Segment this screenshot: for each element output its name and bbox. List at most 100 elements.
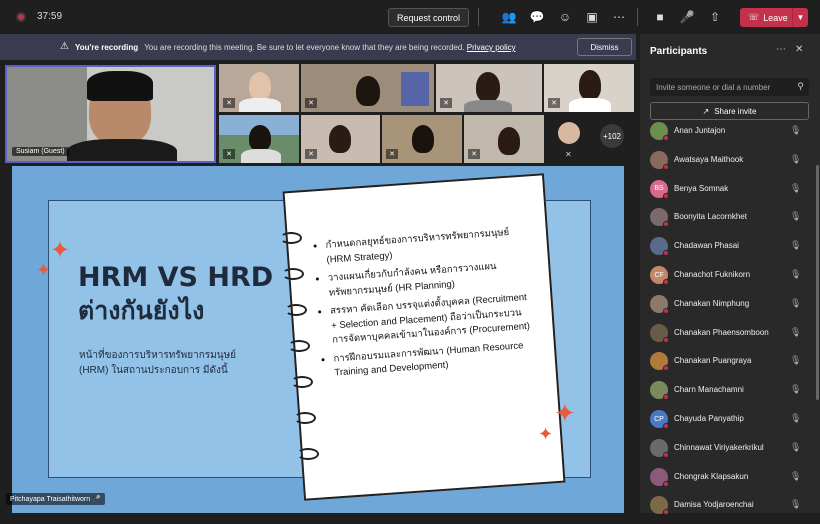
avatar: CP	[650, 410, 669, 429]
status-dot	[663, 451, 669, 458]
slide-title: HRM VS HRD	[78, 262, 274, 293]
participant-row[interactable]: Charn Manachamni 🎙	[640, 381, 812, 409]
status-dot	[663, 221, 669, 228]
avatar: CF	[650, 266, 669, 285]
people-icon[interactable]: 👥	[501, 9, 517, 25]
participant-row[interactable]: Boonyita Lacornkhet 🎙	[640, 208, 812, 236]
status-dot	[663, 192, 669, 199]
mic-off-icon: ✕	[305, 98, 317, 108]
video-tile[interactable]: ✕	[544, 64, 634, 112]
speaker-shoulders	[67, 139, 177, 161]
participant-row[interactable]: Chinnawat Viriyakerkrikul 🎙	[640, 438, 812, 467]
video-tile[interactable]: ✕	[219, 115, 299, 163]
participant-name: Awatsaya Maithook	[674, 154, 744, 164]
chevron-down-icon[interactable]: ▼	[792, 8, 808, 27]
more-participants-badge[interactable]: +102	[600, 124, 624, 148]
background-object	[401, 72, 429, 106]
meeting-toolbar: 37:59 Request control 👥 💬 ☺ ▣ ⋯ ■ 🎤 ⇧ ☏ …	[0, 0, 820, 34]
status-dot	[663, 509, 669, 516]
leave-button[interactable]: ☏ Leave ▼	[740, 8, 808, 27]
video-tile[interactable]: ✕	[301, 115, 380, 163]
participant-row[interactable]: Chongrak Klapsakun 🎙	[640, 467, 812, 496]
dismiss-button[interactable]: Dismiss	[577, 38, 632, 56]
recording-title: You're recording	[75, 43, 139, 52]
avatar	[650, 352, 669, 372]
presenter-name-label: Pitchayapa Traisathitworn 🎤	[6, 493, 105, 505]
avatar	[650, 496, 669, 516]
participant-face	[498, 127, 520, 155]
participant-face	[356, 76, 380, 106]
mic-off-icon: 🎙	[790, 240, 802, 251]
scrollbar[interactable]	[816, 165, 819, 400]
participant-row[interactable]: BS Benya Somnak 🎙	[640, 179, 812, 208]
camera-icon[interactable]: ■	[652, 9, 668, 25]
avatar: BS	[650, 179, 669, 199]
search-icon[interactable]: ⚲	[797, 81, 804, 92]
mic-off-icon: ✕	[440, 98, 452, 108]
participant-body	[569, 98, 611, 112]
participant-row[interactable]: Chadawan Phasai 🎙	[640, 237, 812, 265]
active-speaker-tile[interactable]: Susiam (Guest)	[5, 65, 216, 163]
more-options-icon[interactable]: ⋯	[776, 44, 786, 55]
mic-off-icon: 🎙	[790, 211, 802, 222]
status-dot	[663, 336, 669, 343]
mic-off-icon: 🎙	[790, 413, 802, 423]
participant-name: Chanachot Fuknikorn	[674, 270, 751, 279]
toolbar-divider	[637, 8, 638, 26]
participant-avatar[interactable]	[558, 122, 580, 144]
recording-message: You're recording You are recording this …	[75, 43, 516, 52]
share-invite-button[interactable]: ↗ Share invite	[650, 102, 809, 120]
participant-body	[241, 149, 281, 163]
avatar	[650, 237, 669, 257]
participant-row[interactable]: Chanakan Phaensomboon 🎙	[640, 323, 812, 352]
participant-row[interactable]: Awatsaya Maithook 🎙	[640, 150, 812, 179]
chat-icon[interactable]: 💬	[529, 9, 545, 25]
mic-off-icon: ✕	[548, 98, 560, 108]
reactions-icon[interactable]: ☺	[557, 9, 573, 25]
more-options-icon[interactable]: ⋯	[611, 9, 627, 25]
status-dot	[663, 480, 669, 487]
avatar	[650, 323, 669, 343]
avatar	[650, 438, 669, 458]
mic-off-icon: ✕	[386, 149, 398, 159]
participant-row[interactable]: Damisa Yodjaroenchai 🎙	[640, 496, 812, 524]
mic-off-icon: 🎙	[790, 355, 802, 366]
participant-name: Boonyita Lacornkhet	[674, 212, 747, 222]
recording-indicator-icon	[16, 12, 26, 22]
meeting-timer: 37:59	[37, 11, 63, 22]
participants-panel: Participants ⋯ ✕ Invite someone or dial …	[640, 34, 820, 516]
status-dot	[663, 394, 669, 401]
mic-off-icon[interactable]: 🎤	[679, 9, 695, 25]
participant-name: Charn Manachamni	[674, 385, 744, 395]
mic-off-icon: 🎙	[790, 297, 802, 308]
avatar	[650, 150, 669, 170]
participant-row[interactable]: CP Chayuda Panyathip 🎙	[640, 410, 812, 438]
mic-off-icon: ✕	[468, 149, 480, 159]
mic-off-icon: ✕	[565, 150, 572, 159]
video-tile[interactable]: ✕	[464, 115, 544, 163]
participant-body	[464, 100, 512, 112]
video-tile[interactable]: ✕	[219, 64, 299, 112]
sparkle-icon: ✦	[50, 237, 71, 264]
share-screen-icon[interactable]: ⇧	[707, 9, 723, 25]
participant-name: Damisa Yodjaroenchai	[674, 500, 754, 510]
sparkle-icon: ✦	[36, 260, 52, 280]
participant-face	[329, 125, 351, 153]
privacy-policy-link[interactable]: Privacy policy	[467, 43, 516, 52]
participant-row[interactable]: Chanakan Nimphung 🎙	[640, 294, 812, 323]
participant-name: Chadawan Phasai	[674, 241, 739, 251]
status-dot	[663, 250, 669, 257]
video-tile[interactable]: ✕	[301, 64, 434, 112]
close-icon[interactable]: ✕	[795, 44, 803, 55]
participant-row[interactable]: CF Chanachot Fuknikorn 🎙	[640, 266, 812, 294]
video-tile[interactable]: ✕	[382, 115, 462, 163]
participant-row[interactable]: Anan Juntajon 🎙	[640, 122, 812, 150]
slide-subtitle-thai: ต่างกันยังไง	[78, 296, 205, 325]
video-tile[interactable]: ✕	[436, 64, 542, 112]
invite-search-input[interactable]: Invite someone or dial a number ⚲	[650, 78, 809, 96]
rooms-icon[interactable]: ▣	[584, 9, 600, 25]
request-control-button[interactable]: Request control	[388, 8, 469, 27]
presenter-name: Pitchayapa Traisathitworn	[10, 496, 91, 503]
sparkle-icon: ✦	[554, 398, 576, 428]
participant-row[interactable]: Chanakan Puangraya 🎙	[640, 352, 812, 380]
